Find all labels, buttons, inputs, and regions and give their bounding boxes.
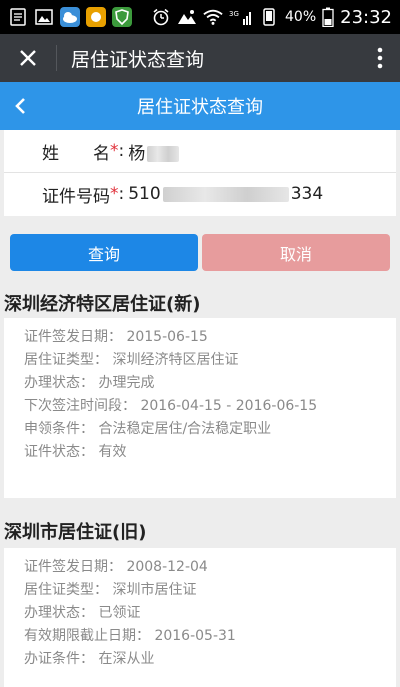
name-label-colon: : xyxy=(118,141,125,161)
app-icon xyxy=(86,7,106,27)
id-prefix: 510 xyxy=(128,184,161,204)
id-label-colon: : xyxy=(118,184,125,204)
permit-old-card: 证件签发日期： 2008-12-04 居住证类型： 深圳市居住证 办理状态： 已… xyxy=(4,548,396,687)
back-button[interactable] xyxy=(14,82,44,130)
close-button[interactable] xyxy=(0,34,56,82)
id-redacted xyxy=(162,186,289,202)
name-required-mark: * xyxy=(110,141,119,161)
id-label: 证件号码 *: xyxy=(42,182,124,207)
permit-old-line-expiry: 有效期限截止日期： 2016-05-31 xyxy=(24,628,236,644)
id-field[interactable]: 510 334 xyxy=(128,184,323,204)
phone-icon xyxy=(259,7,279,27)
name-redacted xyxy=(147,145,180,162)
permit-old-line-status: 办理状态： 已领证 xyxy=(24,605,141,621)
name-field[interactable]: 杨 xyxy=(128,139,180,164)
permit-new-card: 证件签发日期： 2015-06-15 居住证类型： 深圳经济特区居住证 办理状态… xyxy=(4,318,396,498)
cancel-button[interactable]: 取消 xyxy=(202,234,390,271)
titlebar-divider xyxy=(56,45,57,71)
permit-new-line-card-status: 证件状态： 有效 xyxy=(24,444,127,460)
name-value: 杨 xyxy=(128,143,146,164)
notification-icon xyxy=(8,7,28,27)
permit-old-line-issue-date: 证件签发日期： 2008-12-04 xyxy=(24,559,208,575)
app-titlebar: 居住证状态查询 xyxy=(0,34,400,82)
more-vertical-icon xyxy=(377,47,383,69)
status-time: 23:32 xyxy=(340,6,392,28)
permit-new-line-issue-date: 证件签发日期： 2015-06-15 xyxy=(24,329,208,345)
network-type-label: 3G xyxy=(229,10,239,18)
weather-icon xyxy=(60,7,80,27)
query-form: 姓 名 *: 杨 证件号码 *: 510 334 xyxy=(4,130,396,216)
id-field-row[interactable]: 证件号码 *: 510 334 xyxy=(4,172,396,215)
permit-new-title: 深圳经济特区居住证(新) xyxy=(4,294,201,315)
titlebar-title: 居住证状态查询 xyxy=(71,48,205,71)
image-icon xyxy=(34,7,54,27)
name-field-row[interactable]: 姓 名 *: 杨 xyxy=(4,130,396,172)
shield-app-icon xyxy=(112,7,132,27)
permit-new-line-status: 办理状态： 办理完成 xyxy=(24,375,155,391)
battery-icon xyxy=(322,7,334,27)
id-suffix: 334 xyxy=(290,184,324,204)
permit-new-line-endorsement-period: 下次签注时间段： 2016-04-15 - 2016-06-15 xyxy=(24,398,318,414)
name-label-text: 姓 名 xyxy=(42,143,110,164)
status-bar: 3G 40% 23:32 xyxy=(0,0,400,34)
mountain-icon xyxy=(177,7,197,27)
status-bar-right: 3G 40% 23:32 xyxy=(151,7,392,28)
permit-old-line-condition: 办证条件： 在深从业 xyxy=(24,651,155,667)
name-label: 姓 名 *: xyxy=(42,139,124,164)
chevron-left-icon xyxy=(15,98,25,114)
page-title: 居住证状态查询 xyxy=(137,97,263,118)
battery-percent: 40% xyxy=(285,9,317,25)
id-required-mark: * xyxy=(110,184,119,204)
permit-old-line-type: 居住证类型： 深圳市居住证 xyxy=(24,582,197,598)
permit-new-line-type: 居住证类型： 深圳经济特区居住证 xyxy=(24,352,239,368)
alarm-icon xyxy=(151,7,171,27)
query-button[interactable]: 查询 xyxy=(10,234,198,271)
more-menu-button[interactable] xyxy=(360,34,400,82)
close-icon xyxy=(20,50,36,66)
permit-old-title: 深圳市居住证(旧) xyxy=(4,522,147,543)
page-header: 居住证状态查询 xyxy=(0,82,400,130)
id-label-text: 证件号码 xyxy=(42,186,110,207)
signal-icon: 3G xyxy=(229,7,253,27)
wifi-icon xyxy=(203,7,223,27)
status-bar-left xyxy=(8,7,132,27)
permit-new-line-condition: 申领条件： 合法稳定居住/合法稳定职业 xyxy=(24,421,272,437)
